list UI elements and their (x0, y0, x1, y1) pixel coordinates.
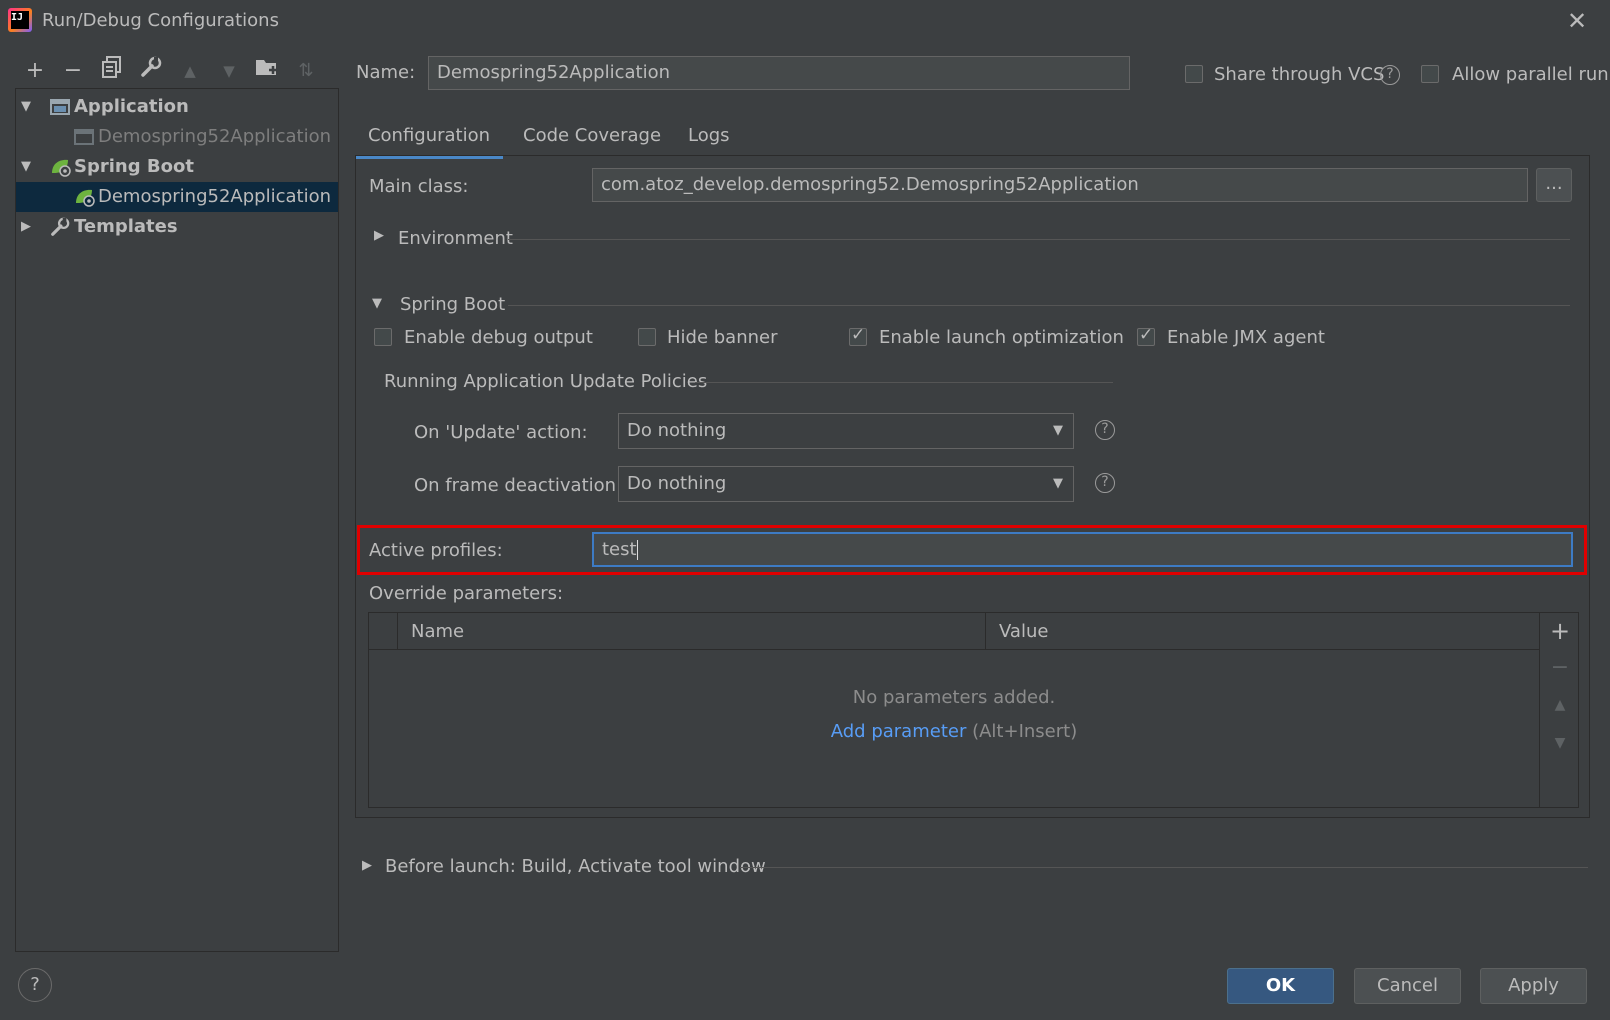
tab-configuration[interactable]: Configuration (355, 116, 503, 159)
window-title: Run/Debug Configurations (42, 10, 279, 31)
column-divider (985, 613, 986, 649)
override-parameters-table: Name Value No parameters added. Add para… (368, 612, 1579, 808)
before-launch-label[interactable]: Before launch: Build, Activate tool wind… (385, 856, 766, 877)
spring-boot-icon (50, 157, 71, 177)
cancel-button[interactable]: Cancel (1354, 968, 1461, 1004)
close-icon[interactable]: ✕ (1562, 6, 1592, 36)
table-header: Name Value (369, 613, 1539, 650)
main-class-input[interactable]: com.atoz_develop.demospring52.Demospring… (592, 168, 1528, 202)
enable-launch-optimization-checkbox[interactable] (849, 325, 867, 346)
browse-button[interactable]: ... (1536, 168, 1572, 202)
share-vcs-checkbox[interactable] (1185, 65, 1203, 83)
tree-item-spring-boot[interactable]: ▼ Spring Boot (16, 152, 338, 182)
on-frame-select[interactable]: Do nothing ▼ (618, 466, 1074, 502)
enable-debug-checkbox[interactable] (374, 328, 392, 346)
expand-arrow-icon[interactable]: ▼ (21, 92, 35, 122)
divider (740, 867, 1588, 868)
apply-button[interactable]: Apply (1480, 968, 1587, 1004)
name-input[interactable]: Demospring52Application (428, 56, 1130, 90)
chevron-down-icon: ▼ (1053, 476, 1063, 491)
remove-icon[interactable]: − (58, 56, 88, 86)
override-parameters-label: Override parameters: (369, 583, 564, 604)
help-icon[interactable]: ? (1095, 473, 1115, 493)
active-profiles-input[interactable]: test (592, 532, 1573, 567)
remove-row-icon[interactable]: − (1547, 655, 1573, 680)
update-policies-label: Running Application Update Policies (384, 371, 708, 392)
spring-boot-config-icon (74, 187, 95, 207)
move-up-icon[interactable]: ▲ (1547, 697, 1573, 713)
before-launch-expand-icon[interactable]: ▶ (362, 858, 372, 873)
tree-item-label: Templates (74, 216, 178, 237)
tree-item-spring-boot-config[interactable]: Demospring52Application (16, 182, 338, 212)
expand-arrow-icon[interactable]: ▼ (21, 152, 35, 182)
spring-boot-collapse-icon[interactable]: ▼ (372, 296, 382, 311)
config-tree: ▼ Application Demospring52Application ▼ … (15, 88, 339, 952)
tab-logs[interactable]: Logs (688, 116, 730, 156)
wrench-icon (50, 217, 70, 237)
on-update-value: Do nothing (627, 420, 727, 441)
on-update-select[interactable]: Do nothing ▼ (618, 413, 1074, 449)
add-row-icon[interactable]: + (1547, 617, 1573, 645)
collapse-arrow-icon[interactable]: ▶ (21, 212, 35, 242)
on-frame-value: Do nothing (627, 473, 727, 494)
environment-expand-icon[interactable]: ▶ (374, 228, 384, 243)
allow-parallel-checkbox[interactable] (1421, 65, 1439, 83)
column-header-name[interactable]: Name (411, 621, 464, 642)
ok-button[interactable]: OK (1227, 968, 1334, 1004)
tree-item-templates[interactable]: ▶ Templates (16, 212, 338, 242)
add-parameter-link[interactable]: Add parameter (831, 721, 967, 742)
tree-item-label: Demospring52Application (98, 126, 331, 147)
empty-table-message: No parameters added. (852, 687, 1056, 708)
hide-banner-checkbox[interactable] (638, 328, 656, 346)
main-class-label: Main class: (369, 176, 469, 197)
spring-boot-section-label[interactable]: Spring Boot (400, 294, 505, 315)
add-parameter-row: Add parameter (Alt+Insert) (369, 721, 1539, 742)
enable-jmx-label: Enable JMX agent (1167, 327, 1325, 348)
share-vcs-label: Share through VCS (1214, 64, 1385, 85)
help-icon[interactable]: ? (1380, 65, 1400, 85)
application-config-icon (74, 127, 94, 147)
tree-item-label: Spring Boot (74, 156, 194, 177)
active-profiles-label: Active profiles: (369, 540, 503, 561)
copy-icon[interactable] (97, 56, 127, 86)
intellij-logo-icon: IJ (8, 8, 32, 32)
hide-banner-label: Hide banner (667, 327, 778, 348)
add-parameter-shortcut: (Alt+Insert) (972, 721, 1078, 742)
divider (508, 239, 1570, 240)
tree-item-application-config[interactable]: Demospring52Application (16, 122, 338, 152)
divider (695, 382, 1113, 383)
tab-code-coverage[interactable]: Code Coverage (523, 116, 661, 156)
wrench-icon[interactable] (136, 56, 166, 86)
enable-jmx-checkbox[interactable] (1137, 325, 1155, 346)
enable-debug-label: Enable debug output (404, 327, 593, 348)
help-icon[interactable]: ? (1095, 420, 1115, 440)
title-bar: IJ Run/Debug Configurations ✕ (0, 0, 1610, 44)
help-button-icon[interactable]: ? (18, 968, 52, 1002)
allow-parallel-label: Allow parallel run (1452, 64, 1609, 85)
column-divider (397, 613, 398, 649)
on-update-label: On 'Update' action: (414, 422, 588, 443)
application-icon (50, 97, 70, 117)
tree-item-label: Demospring52Application (98, 186, 331, 207)
chevron-down-icon: ▼ (1053, 423, 1063, 438)
active-profiles-value: test (602, 539, 637, 560)
move-down-icon[interactable]: ▼ (214, 56, 244, 86)
environment-section-label[interactable]: Environment (398, 228, 513, 249)
on-frame-label: On frame deactivation: (414, 475, 623, 496)
divider (508, 305, 1570, 306)
enable-launch-optimization-label: Enable launch optimization (879, 327, 1124, 348)
text-cursor (636, 540, 638, 560)
name-label: Name: (356, 62, 416, 83)
move-down-icon[interactable]: ▼ (1547, 735, 1573, 751)
sort-icon[interactable]: ⇅ (291, 56, 321, 86)
move-up-icon[interactable]: ▲ (175, 56, 205, 86)
add-icon[interactable]: + (20, 56, 50, 86)
column-header-value[interactable]: Value (999, 621, 1048, 642)
tree-item-application[interactable]: ▼ Application (16, 92, 338, 122)
new-folder-icon[interactable] (252, 56, 282, 86)
tree-item-label: Application (74, 96, 189, 117)
table-toolbar-divider (1539, 613, 1540, 807)
